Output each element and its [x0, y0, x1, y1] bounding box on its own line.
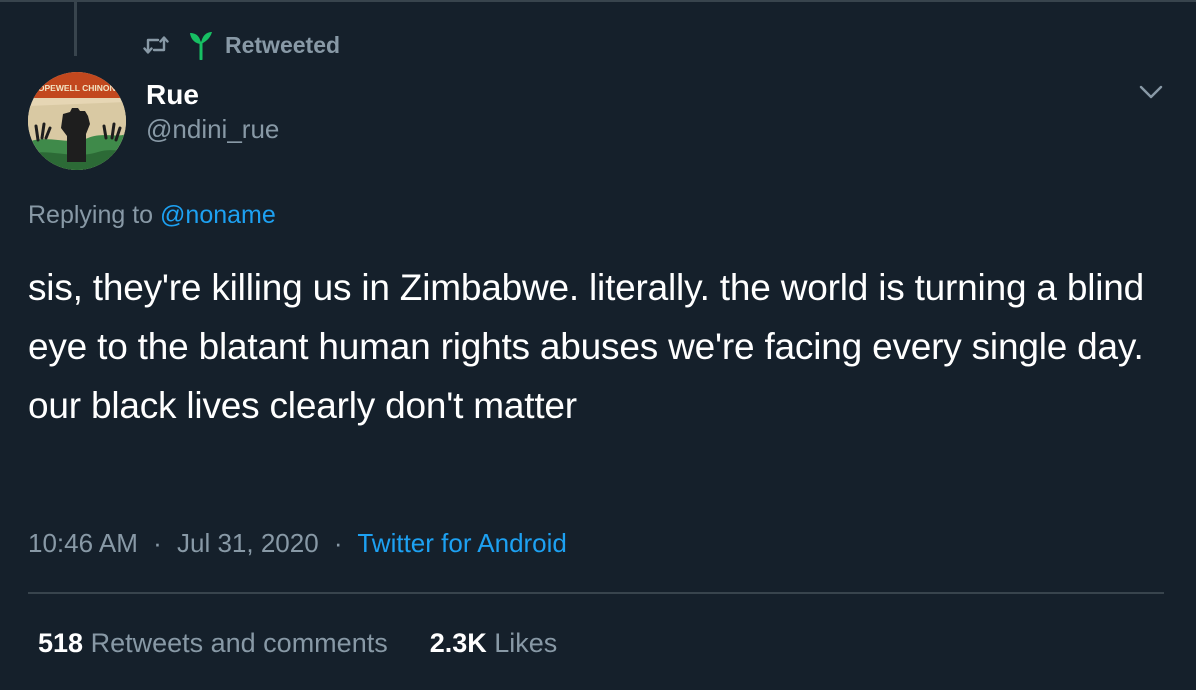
- likes-label: Likes: [494, 628, 558, 658]
- divider: [28, 592, 1164, 594]
- replying-prefix: Replying to: [28, 201, 161, 229]
- retweets-stat[interactable]: 518 Retweets and comments: [38, 626, 388, 660]
- thread-line: [74, 2, 77, 56]
- likes-stat[interactable]: 2.3K Likes: [430, 626, 558, 660]
- avatar[interactable]: HOPEWELL CHINONO: [28, 72, 126, 170]
- tweet-meta: 10:46 AM · Jul 31, 2020 · Twitter for An…: [28, 526, 567, 560]
- user-names: Rue @ndini_rue: [146, 78, 279, 146]
- reply-mention-link[interactable]: @noname: [160, 201, 276, 229]
- retweets-count: 518: [38, 628, 84, 658]
- tweet-source-link[interactable]: Twitter for Android: [357, 528, 567, 558]
- meta-separator: ·: [153, 528, 162, 558]
- likes-count: 2.3K: [429, 628, 487, 658]
- sprout-icon: [187, 30, 215, 60]
- display-name[interactable]: Rue: [146, 78, 279, 112]
- retweet-context: Retweeted: [143, 30, 340, 60]
- tweet-date[interactable]: Jul 31, 2020: [177, 528, 319, 558]
- replying-to: Replying to @noname: [28, 198, 276, 232]
- tweet-text: sis, they're killing us in Zimbabwe. lit…: [28, 267, 1145, 426]
- tweet-stats: 518 Retweets and comments 2.3K Likes: [38, 626, 557, 660]
- chevron-down-icon[interactable]: [1138, 84, 1164, 100]
- retweeted-label: Retweeted: [225, 31, 341, 58]
- retweet-icon: [143, 34, 169, 56]
- avatar-banner-text: HOPEWELL CHINONO: [32, 83, 123, 93]
- retweets-label: Retweets and comments: [90, 628, 388, 658]
- tweet-time[interactable]: 10:46 AM: [28, 528, 138, 558]
- top-border: [0, 0, 1196, 2]
- meta-separator: ·: [333, 528, 343, 558]
- user-handle[interactable]: @ndini_rue: [146, 112, 279, 146]
